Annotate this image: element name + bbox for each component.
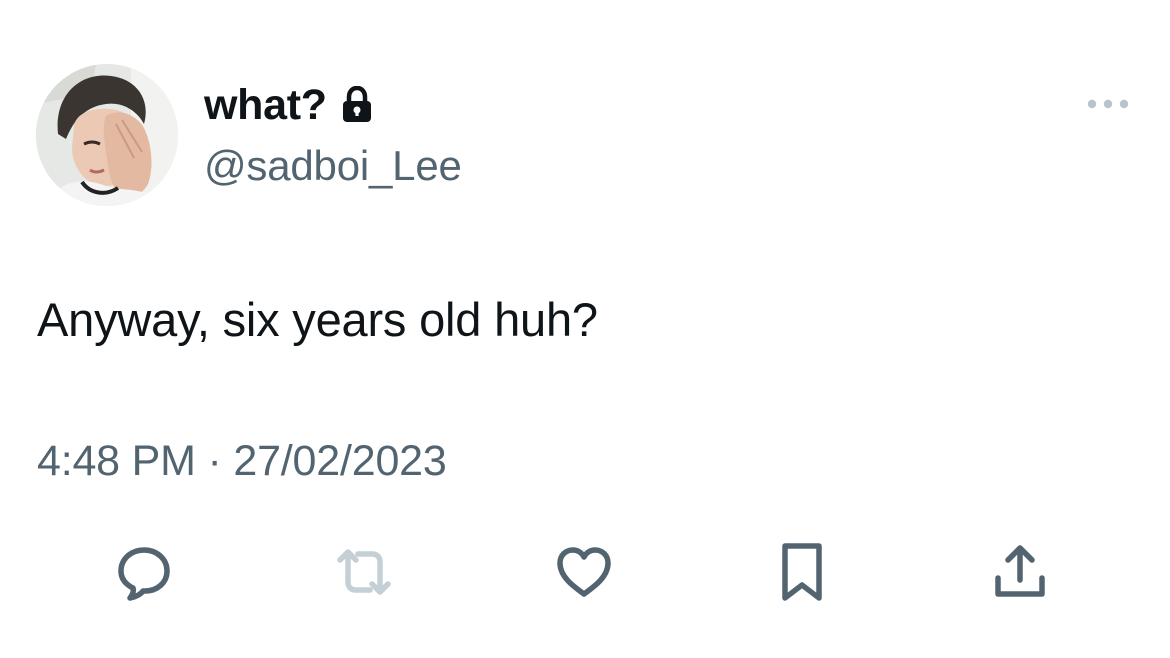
reply-button[interactable] (112, 540, 176, 604)
bookmark-icon (782, 543, 822, 601)
heart-icon (557, 547, 611, 597)
more-options-icon[interactable] (1084, 96, 1132, 112)
tweet-time: 4:48 PM (37, 437, 196, 485)
timestamp[interactable]: 4:48 PM · 27/02/2023 (37, 437, 447, 486)
tweet-text: Anyway, six years old huh? (37, 293, 598, 346)
like-button[interactable] (552, 540, 616, 604)
tweet-date: 27/02/2023 (233, 437, 447, 485)
retweet-icon (337, 549, 391, 595)
avatar[interactable] (36, 64, 178, 206)
author-name-row: what? (204, 80, 373, 130)
bookmark-button[interactable] (770, 540, 834, 604)
share-icon (995, 545, 1045, 597)
share-button[interactable] (988, 540, 1052, 604)
tweet: what? @sadboi_Lee Anyway, six years old … (0, 0, 1170, 658)
display-name[interactable]: what? (204, 81, 327, 130)
timestamp-separator: · (207, 437, 222, 485)
reply-icon (118, 547, 170, 601)
lock-icon (341, 85, 373, 124)
avatar-photo (36, 64, 178, 206)
retweet-button (332, 540, 396, 604)
handle[interactable]: @sadboi_Lee (204, 142, 462, 190)
